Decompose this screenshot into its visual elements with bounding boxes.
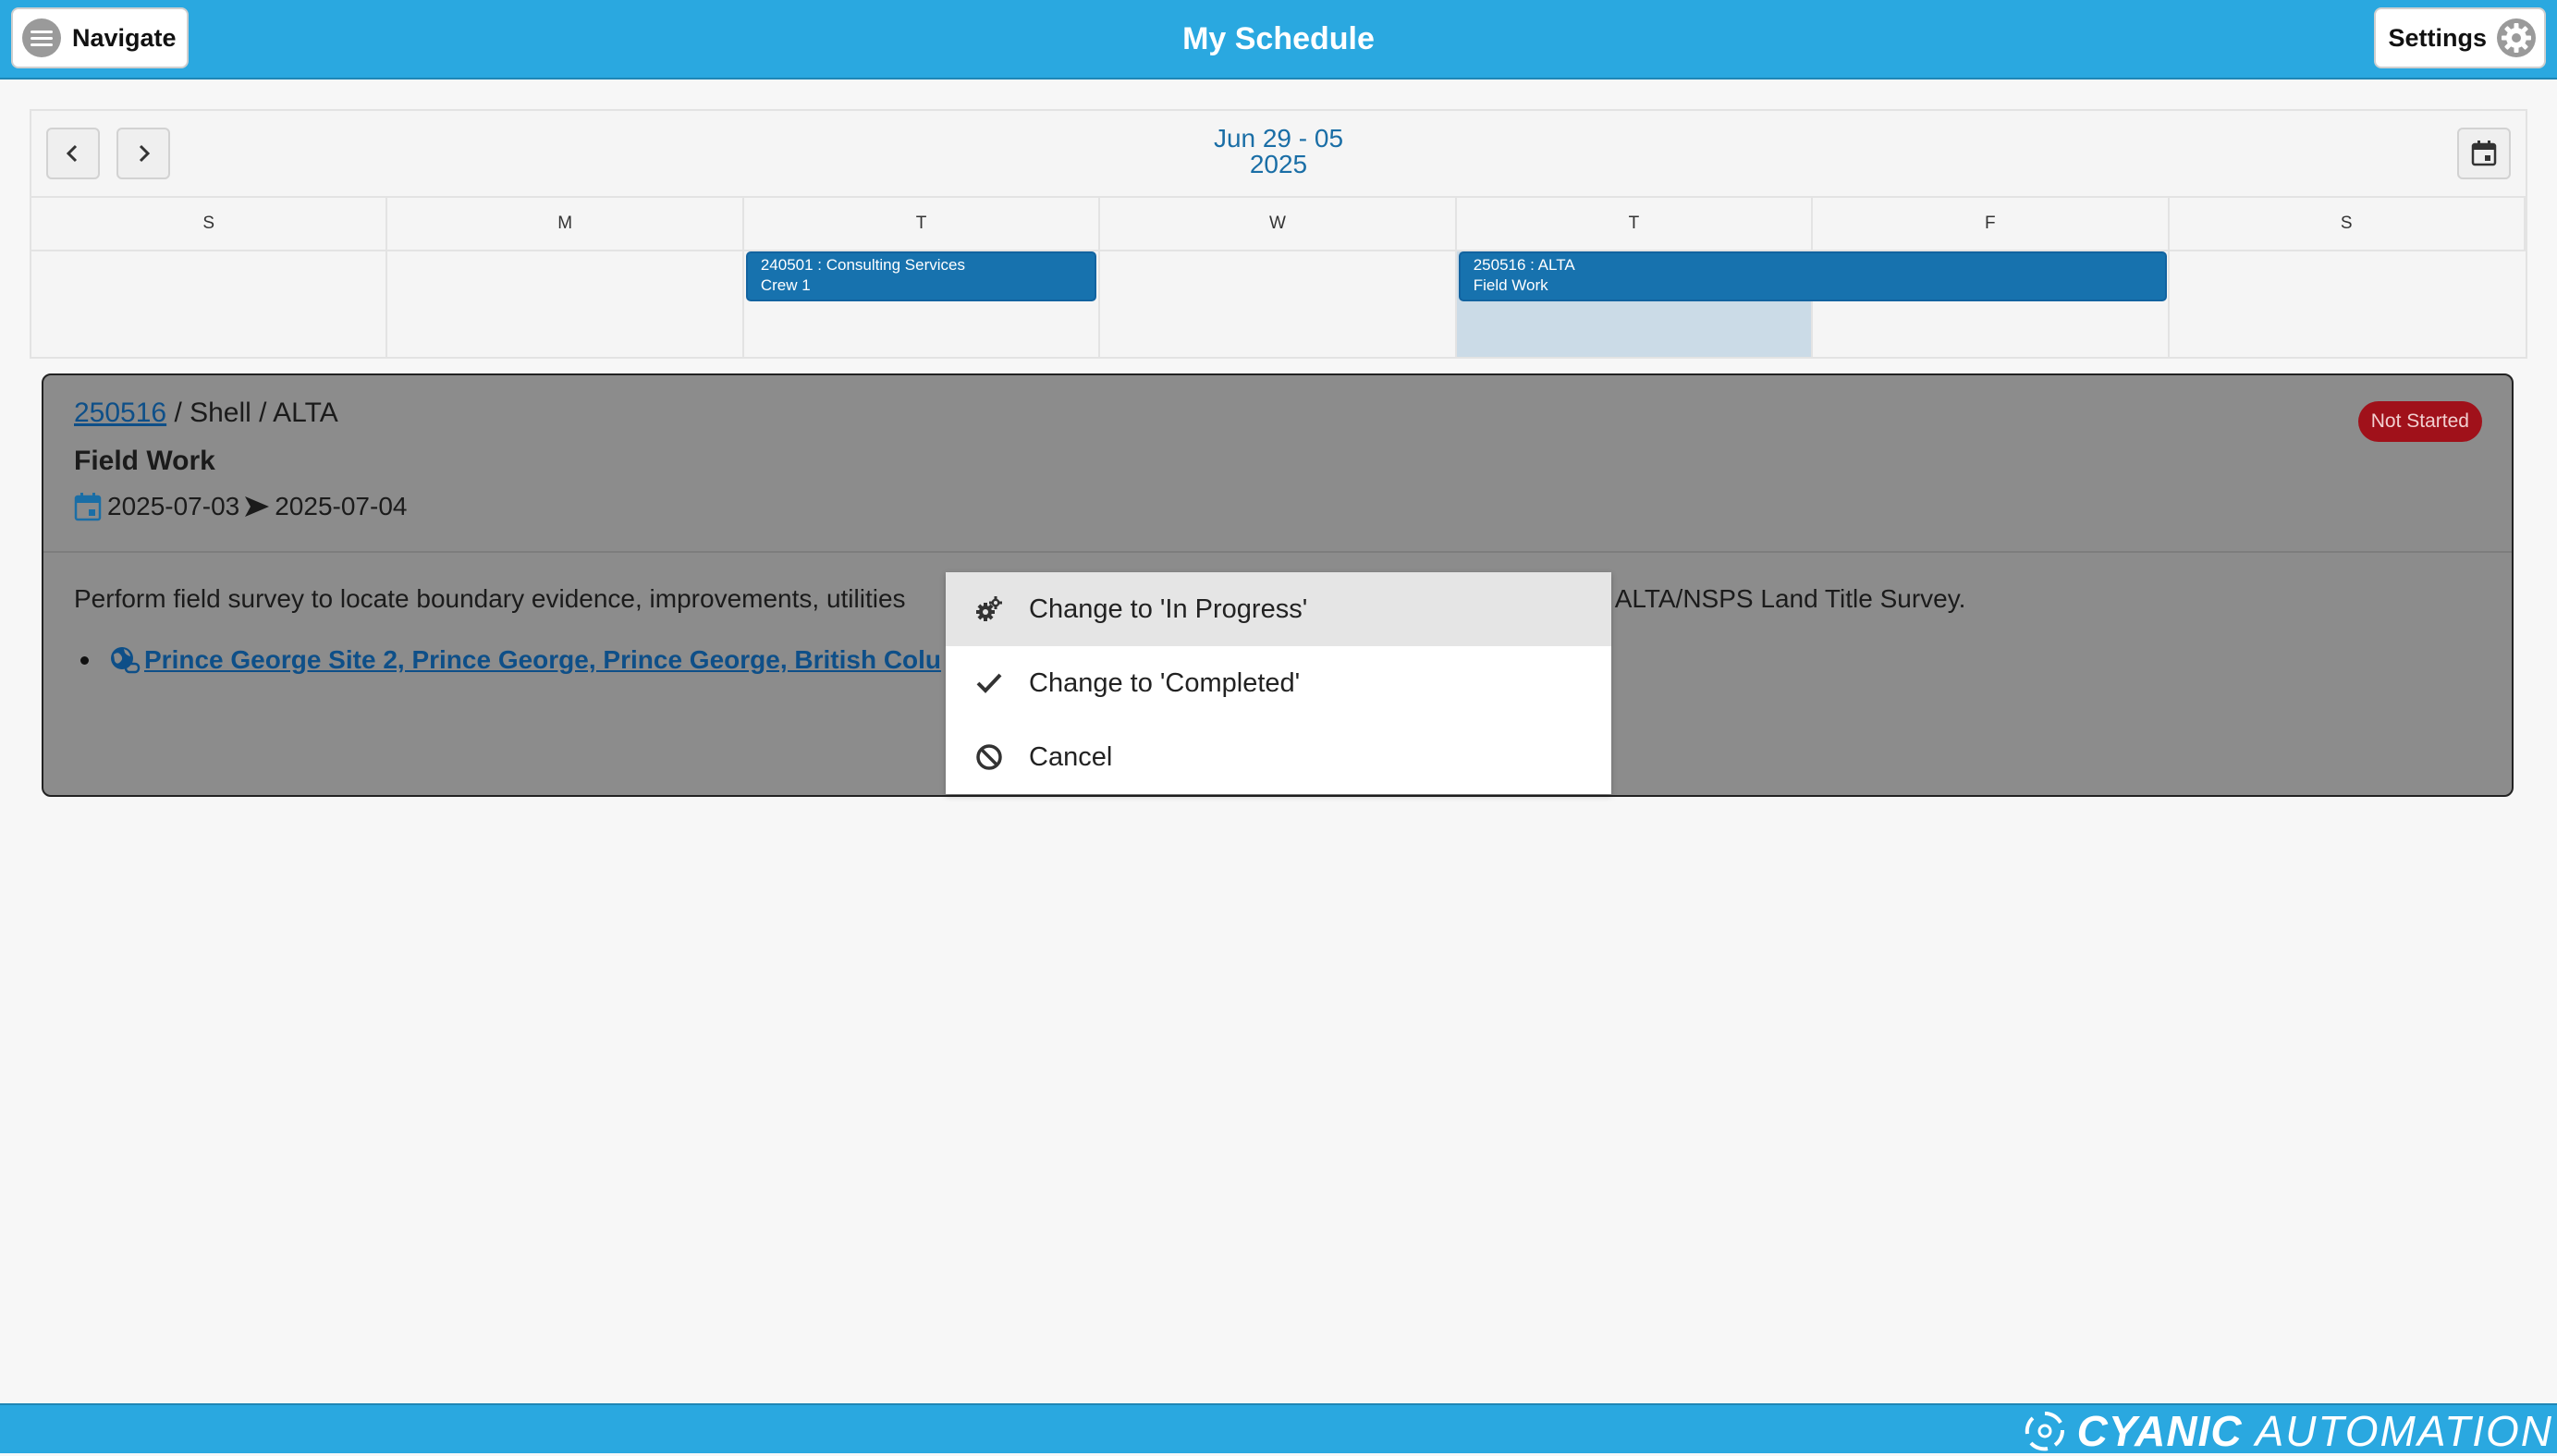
project-path-rest: / Shell / ALTA <box>166 398 338 428</box>
location-link[interactable]: Prince George Site 2, Prince George, Pri… <box>144 645 941 675</box>
weekday-header: T <box>743 198 1101 251</box>
calendar-icon <box>2471 141 2497 166</box>
gear-icon <box>2497 18 2536 57</box>
globe-link-icon <box>111 647 141 674</box>
event-subtitle: Crew 1 <box>760 276 811 294</box>
description-end: the ALTA/NSPS Land Title Survey. <box>1572 584 1966 613</box>
event-250516[interactable]: 250516 : ALTA Field Work <box>1458 251 2167 301</box>
date-range-year: 2025 <box>1249 150 1308 178</box>
calendar-toolbar: Jun 29 - 05 2025 <box>31 111 2526 198</box>
ban-icon <box>975 743 1003 771</box>
calendar-grid: S M T W T F S 240501 : Consulting Servic… <box>31 198 2526 357</box>
aperture-logo-icon <box>2025 1411 2064 1451</box>
check-icon <box>975 669 1003 697</box>
end-date: 2025-07-04 <box>275 492 408 520</box>
menu-item-label: Cancel <box>1029 741 1113 772</box>
event-240501[interactable]: 240501 : Consulting Services Crew 1 <box>745 251 1097 301</box>
event-title: 250516 : ALTA <box>1473 256 1575 274</box>
arrow-right-icon <box>245 496 270 517</box>
day-cell-sunday[interactable] <box>31 251 388 357</box>
settings-button[interactable]: Settings <box>2374 7 2546 68</box>
day-cell-thursday[interactable]: 250516 : ALTA Field Work <box>1456 251 2167 357</box>
weekday-header: M <box>387 198 744 251</box>
brand-logo: CYANIC AUTOMATION <box>2024 1407 2553 1455</box>
status-context-menu: Change to 'In Progress' Change to 'Compl… <box>946 572 1611 794</box>
brand-suffix: AUTOMATION <box>2255 1407 2553 1455</box>
weekday-header: T <box>1456 198 1814 251</box>
day-cell-wednesday[interactable] <box>1100 251 1457 357</box>
week-calendar: Jun 29 - 05 2025 S M T W T F S 240501 : … <box>30 109 2527 359</box>
footer-bar: CYANIC AUTOMATION <box>0 1403 2557 1455</box>
weekday-header: S <box>2169 198 2526 251</box>
day-cell-tuesday[interactable]: 240501 : Consulting Services Crew 1 <box>744 251 1101 357</box>
date-picker-button[interactable] <box>2457 128 2511 179</box>
weekday-header: S <box>31 198 388 251</box>
event-title: 240501 : Consulting Services <box>760 256 965 274</box>
menu-item-in-progress[interactable]: Change to 'In Progress' <box>946 572 1611 646</box>
menu-item-label: Change to 'In Progress' <box>1029 593 1308 624</box>
menu-icon <box>22 18 61 57</box>
status-badge: Not Started <box>2357 401 2482 442</box>
calendar-icon <box>74 493 102 521</box>
list-bullet <box>80 655 89 665</box>
weekday-header: F <box>1813 198 2170 251</box>
task-dates: 2025-07-03 2025-07-04 <box>74 492 407 521</box>
day-cell-monday[interactable] <box>387 251 744 357</box>
top-bar: My Schedule Navigate Settings <box>0 0 2557 80</box>
day-cell-saturday[interactable] <box>2170 251 2526 357</box>
task-title: Field Work <box>74 446 215 476</box>
settings-label: Settings <box>2388 23 2487 52</box>
start-date: 2025-07-03 <box>107 492 240 520</box>
menu-item-label: Change to 'Completed' <box>1029 667 1301 698</box>
weekday-header: W <box>1100 198 1457 251</box>
location-item: Prince George Site 2, Prince George, Pri… <box>80 645 941 675</box>
gears-icon <box>975 595 1003 623</box>
event-subtitle: Field Work <box>1473 276 1548 294</box>
project-path: 250516 / Shell / ALTA <box>74 398 338 429</box>
navigate-button[interactable]: Navigate <box>11 7 189 68</box>
task-detail-header: 250516 / Shell / ALTA Field Work 2025-07… <box>43 375 2512 553</box>
menu-item-completed[interactable]: Change to 'Completed' <box>946 646 1611 720</box>
description-start: Perform field survey to locate boundary … <box>74 584 906 613</box>
date-range-days: Jun 29 - 05 <box>1213 124 1344 153</box>
page-title: My Schedule <box>1182 21 1375 56</box>
date-range: Jun 29 - 05 2025 <box>31 126 2526 177</box>
brand-name: CYANIC <box>2076 1407 2243 1455</box>
menu-item-cancel[interactable]: Cancel <box>946 720 1611 794</box>
navigate-label: Navigate <box>72 23 177 52</box>
project-number-link[interactable]: 250516 <box>74 398 166 428</box>
